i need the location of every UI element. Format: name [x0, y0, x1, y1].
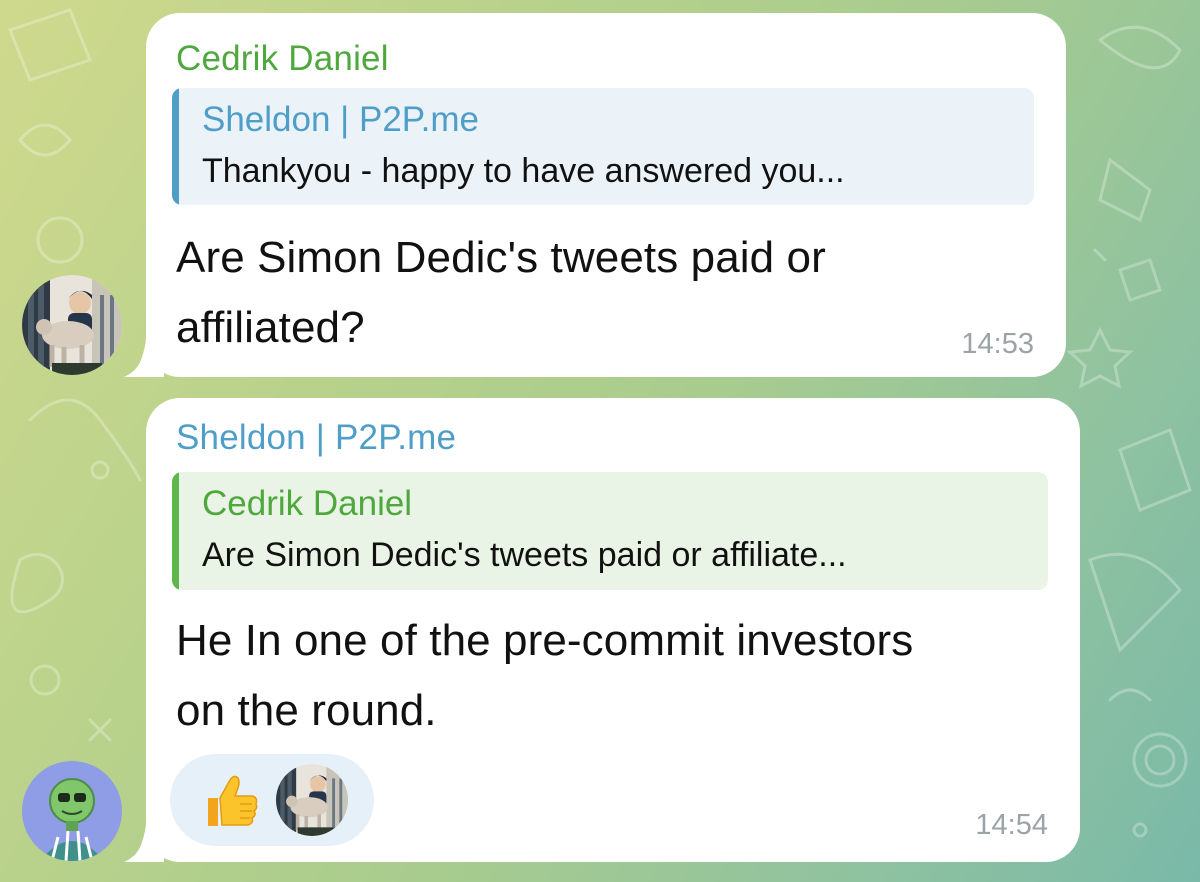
reply-accent-bar	[172, 472, 179, 590]
reactor-avatar	[276, 764, 348, 836]
message-bubble[interactable]: Cedrik Daniel Sheldon | P2P.me Thankyou …	[124, 13, 1066, 377]
sheldon-avatar[interactable]	[22, 761, 122, 861]
reply-sender-name: Sheldon | P2P.me	[202, 100, 479, 139]
cedrik-avatar[interactable]	[22, 275, 122, 375]
thumbs-up-icon	[208, 775, 258, 826]
message-text-line: on the round.	[176, 686, 437, 735]
message-bubble[interactable]: Sheldon | P2P.me Cedrik Daniel Are Simon…	[124, 398, 1080, 862]
message-text-line: affiliated?	[176, 303, 365, 352]
user-avatar-green-robot-icon	[22, 761, 122, 861]
message-timestamp: 14:54	[975, 809, 1048, 841]
reply-text: Thankyou - happy to have answered you...	[202, 152, 845, 190]
bubble-tail	[124, 337, 164, 377]
user-avatar-man-with-goat-icon	[276, 764, 348, 836]
reply-preview[interactable]: Cedrik Daniel Are Simon Dedic's tweets p…	[172, 472, 1048, 590]
message-text-line: He In one of the pre-commit investors	[176, 616, 914, 665]
bubble-tail	[124, 822, 164, 862]
message-text-line: Are Simon Dedic's tweets paid or	[176, 233, 826, 282]
reaction-chip[interactable]	[170, 754, 374, 846]
reply-accent-bar	[172, 88, 179, 205]
message-timestamp: 14:53	[961, 328, 1034, 360]
reply-sender-name: Cedrik Daniel	[202, 484, 413, 523]
reply-text: Are Simon Dedic's tweets paid or affilia…	[202, 536, 847, 574]
sender-name[interactable]: Sheldon | P2P.me	[176, 418, 456, 458]
user-avatar-man-with-goat-icon	[22, 275, 122, 375]
reply-preview[interactable]: Sheldon | P2P.me Thankyou - happy to hav…	[172, 88, 1034, 205]
sender-name[interactable]: Cedrik Daniel	[176, 39, 389, 79]
